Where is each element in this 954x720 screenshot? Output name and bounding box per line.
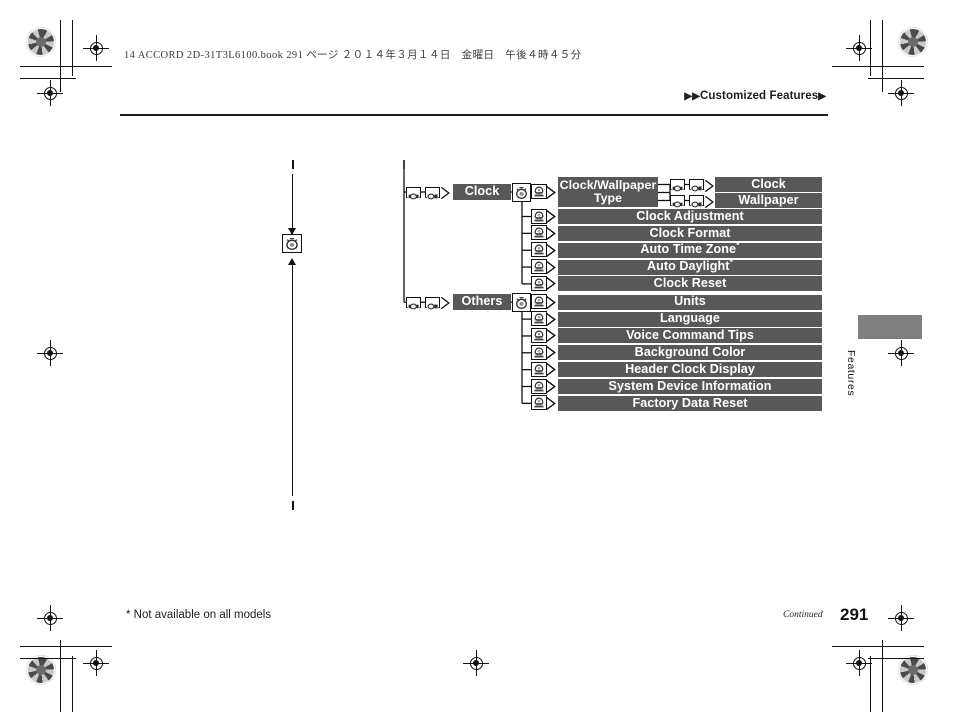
menu-item-bar-others-0[interactable]: Units xyxy=(558,294,822,310)
menu-item-bar-clock-5[interactable]: Clock Reset xyxy=(558,276,822,292)
menu-item-bar-others-5[interactable]: System Device Information xyxy=(558,379,822,394)
arrow-right-icon-others-4 xyxy=(545,362,556,377)
arrow-right-icon-clock-3 xyxy=(545,243,556,257)
arrow-right-icon-others-2 xyxy=(545,329,556,343)
menu-item-label: Factory Data Reset xyxy=(632,395,748,410)
enter-key-icon-clock-1 xyxy=(531,208,547,224)
menu-item-bar-clock-0[interactable]: Clock/Wallpaper Type xyxy=(558,177,658,207)
footnote-asterisk: * xyxy=(736,240,740,251)
menu-item-label: Background Color xyxy=(634,345,746,359)
menu-key-icon-sub-0-2 xyxy=(689,179,704,193)
menu-item-label: Units xyxy=(674,294,706,309)
arrow-right-icon-others-6 xyxy=(545,396,556,411)
menu-item-label: Clock Adjustment xyxy=(636,208,744,223)
menu-key-icon-sub-1-2 xyxy=(689,195,704,209)
enter-key-icon-clock-2 xyxy=(531,225,547,241)
menu-key-icon-sub-0-1 xyxy=(670,179,685,193)
menu-item-bar-others-3[interactable]: Background Color xyxy=(558,345,822,361)
arrow-right-icon-clock xyxy=(440,186,450,200)
arrow-right-icon-others-0 xyxy=(545,295,556,309)
branch-label-others[interactable]: Others xyxy=(453,294,511,311)
menu-item-label: Auto Time Zone* xyxy=(640,240,740,257)
branch-label-clock[interactable]: Clock xyxy=(453,184,511,200)
menu-item-label: Wallpaper xyxy=(738,192,799,207)
arrow-right-icon-clock-0 xyxy=(545,185,556,199)
enter-key-icon-clock-5 xyxy=(531,275,547,291)
enter-key-icon-others-2 xyxy=(531,327,547,343)
menu-item-label: Language xyxy=(660,311,720,326)
enter-key-icon-others-3 xyxy=(531,344,547,360)
menu-item-bar-others-2[interactable]: Voice Command Tips xyxy=(558,328,822,344)
arrow-right-icon-clock-4 xyxy=(545,260,556,274)
menu-item-bar-clock-1[interactable]: Clock Adjustment xyxy=(558,209,822,224)
menu-item-label: System Device Information xyxy=(608,378,772,393)
enter-key-icon-clock-3 xyxy=(531,242,547,258)
enter-key-icon-others-6 xyxy=(531,395,547,411)
menu-item-bar-clock-4[interactable]: Auto Daylight* xyxy=(558,257,822,275)
submenu-item-bar-clock-1[interactable]: Wallpaper xyxy=(715,193,822,208)
arrow-right-icon-clock-2 xyxy=(545,226,556,241)
arrow-right-icon-clock-5 xyxy=(545,277,556,291)
menu-item-label: Clock Format xyxy=(649,225,731,240)
arrow-right-icon-sub-1 xyxy=(704,195,714,208)
footnote-asterisk: * xyxy=(729,257,734,268)
arrow-right-icon-sub-0 xyxy=(704,179,714,192)
menu-key-icon-others-2 xyxy=(425,296,440,311)
menu-item-bar-clock-2[interactable]: Clock Format xyxy=(558,225,822,241)
arrow-right-icon-others xyxy=(440,296,450,310)
enter-key-icon-clock-0 xyxy=(531,184,547,199)
customized-features-menu-flowchart: Clock Clock/Wallpaper Type Clock Wallpape… xyxy=(0,0,954,718)
menu-key-icon-clock-1 xyxy=(406,186,421,200)
arrow-right-icon-others-1 xyxy=(545,312,556,326)
enter-key-icon-others-4 xyxy=(531,361,547,377)
menu-item-bar-others-6[interactable]: Factory Data Reset xyxy=(558,395,822,411)
menu-item-bar-others-1[interactable]: Language xyxy=(558,311,822,327)
menu-item-label: Clock Reset xyxy=(653,276,727,291)
enter-key-icon-clock-4 xyxy=(531,259,547,275)
arrow-right-icon-others-5 xyxy=(545,379,556,394)
arrow-right-icon-others-3 xyxy=(545,346,556,360)
enter-key-icon-others-5 xyxy=(531,378,547,394)
selector-knob-icon-clock xyxy=(512,182,531,202)
menu-item-label: Auto Daylight* xyxy=(646,257,734,274)
menu-key-icon-others-1 xyxy=(406,296,421,311)
menu-item-label: Header Clock Display xyxy=(625,361,755,376)
submenu-item-bar-clock-0[interactable]: Clock xyxy=(715,177,822,192)
menu-key-icon-sub-1-1 xyxy=(670,195,685,209)
arrow-right-icon-clock-1 xyxy=(545,209,556,224)
spine-selector-knob-icon xyxy=(282,234,302,253)
menu-item-bar-clock-3[interactable]: Auto Time Zone* xyxy=(558,240,822,258)
selector-knob-icon-others xyxy=(512,292,531,312)
branch-label-text: Others xyxy=(461,294,503,309)
menu-item-label: Voice Command Tips xyxy=(626,328,754,343)
menu-item-label: Clock/Wallpaper Type xyxy=(559,177,657,205)
menu-key-icon-clock-2 xyxy=(425,186,440,200)
enter-key-icon-others-1 xyxy=(531,311,547,327)
enter-key-icon-others-0 xyxy=(531,294,547,310)
branch-label-text: Clock xyxy=(464,184,500,199)
menu-item-label: Clock xyxy=(751,176,786,191)
menu-item-bar-others-4[interactable]: Header Clock Display xyxy=(558,361,822,378)
